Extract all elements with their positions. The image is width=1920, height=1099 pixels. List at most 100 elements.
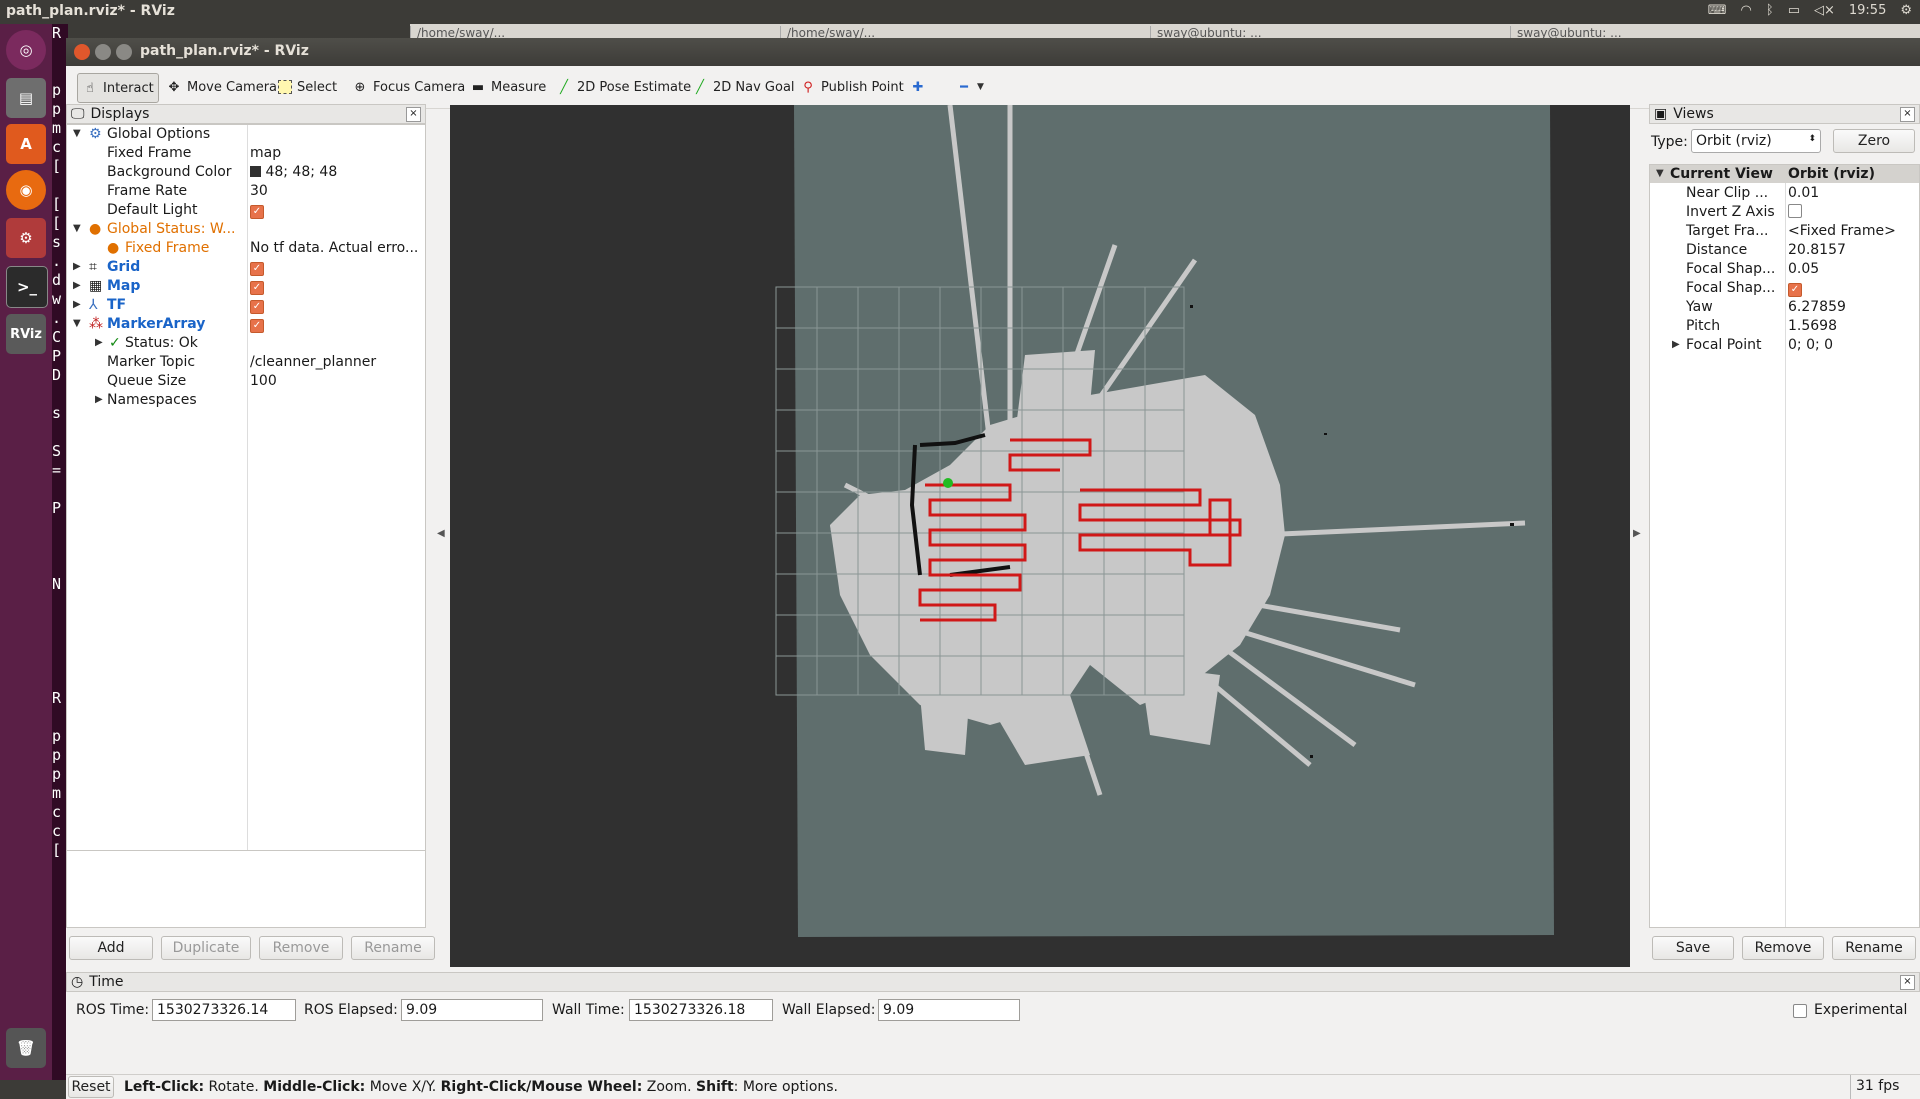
expanded-arrow-icon[interactable]: ▼ <box>73 318 81 329</box>
trash-icon[interactable]: 🗑 <box>6 1028 46 1068</box>
files-icon[interactable]: ▤ <box>6 78 46 118</box>
view-property-row[interactable]: Distance 20.8157 <box>1650 241 1919 260</box>
view-property-value[interactable]: 0.01 <box>1788 185 1819 201</box>
collapsed-arrow-icon[interactable]: ▶ <box>95 337 103 348</box>
close-icon[interactable]: × <box>406 107 421 122</box>
view-property-row[interactable]: Focal Shap... 0.05 <box>1650 260 1919 279</box>
collapsed-arrow-icon[interactable]: ▶ <box>95 394 103 405</box>
nav-goal-tool[interactable]: ╱ 2D Nav Goal <box>688 75 799 99</box>
reset-button[interactable]: Reset <box>68 1076 114 1098</box>
wall-elapsed-field[interactable]: 9.09 <box>878 999 1020 1021</box>
marker-topic-value[interactable]: /cleanner_planner <box>250 354 376 370</box>
minimize-window-button[interactable] <box>95 44 111 60</box>
tree-row-marker-array[interactable]: ▼ ⁂ MarkerArray ✓ <box>67 315 425 334</box>
rename-view-button[interactable]: Rename <box>1832 936 1916 960</box>
view-property-value[interactable]: 0.05 <box>1788 261 1819 277</box>
view-property-value[interactable] <box>1788 204 1802 222</box>
expanded-arrow-icon[interactable]: ▼ <box>73 128 81 139</box>
collapse-right-icon[interactable]: ▶ <box>1633 528 1641 539</box>
view-property-row[interactable]: Invert Z Axis <box>1650 203 1919 222</box>
tree-row-tf[interactable]: ▶ ⅄ TF ✓ <box>67 296 425 315</box>
duplicate-display-button[interactable]: Duplicate <box>161 936 251 960</box>
experimental-checkbox[interactable] <box>1793 1004 1807 1022</box>
view-property-value[interactable]: 1.5698 <box>1788 318 1837 334</box>
gear-icon[interactable]: ⚙ <box>1900 3 1912 18</box>
expanded-arrow-icon[interactable]: ▼ <box>1656 168 1664 179</box>
view-property-value[interactable]: <Fixed Frame> <box>1788 223 1896 239</box>
grid-checkbox[interactable]: ✓ <box>250 259 264 276</box>
collapsed-arrow-icon[interactable]: ▶ <box>1672 339 1680 350</box>
close-icon[interactable]: × <box>1900 975 1915 990</box>
view-property-row[interactable]: Pitch 1.5698 <box>1650 317 1919 336</box>
tree-row-map[interactable]: ▶ ▦ Map ✓ <box>67 277 425 296</box>
save-view-button[interactable]: Save <box>1652 936 1734 960</box>
clock[interactable]: 19:55 <box>1849 3 1886 18</box>
3d-viewport[interactable] <box>450 105 1630 967</box>
rename-display-button[interactable]: Rename <box>351 936 435 960</box>
wifi-icon[interactable]: ◠ <box>1741 3 1752 18</box>
tree-row-namespaces[interactable]: ▶ Namespaces <box>67 391 425 410</box>
volume-icon[interactable]: ◁× <box>1814 3 1835 18</box>
terminal-icon[interactable]: >_ <box>6 266 48 308</box>
fixed-frame-value[interactable]: map <box>250 145 281 161</box>
tree-row-global-options[interactable]: ▼ ⚙ Global Options <box>67 125 425 144</box>
map-checkbox[interactable]: ✓ <box>250 278 264 295</box>
marker-array-checkbox[interactable]: ✓ <box>250 316 264 333</box>
move-camera-tool[interactable]: ✥ Move Camera <box>162 75 281 99</box>
tree-row-status-ok[interactable]: ▶ ✓ Status: Ok <box>67 334 425 353</box>
publish-point-tool[interactable]: ⚲ Publish Point <box>796 75 908 99</box>
collapsed-arrow-icon[interactable]: ▶ <box>73 299 81 310</box>
ubuntu-dash-icon[interactable]: ◎ <box>6 30 46 70</box>
frame-rate-value[interactable]: 30 <box>250 183 268 199</box>
queue-size-value[interactable]: 100 <box>250 373 277 389</box>
default-light-checkbox[interactable]: ✓ <box>250 202 264 219</box>
firefox-icon[interactable]: ◉ <box>6 170 46 210</box>
remove-view-button[interactable]: Remove <box>1742 936 1824 960</box>
wall-time-field[interactable]: 1530273326.18 <box>629 999 773 1021</box>
close-window-button[interactable] <box>74 44 90 60</box>
view-type-select[interactable]: Orbit (rviz) ⬍ <box>1691 129 1821 153</box>
tree-row-background-color[interactable]: Background Color 48; 48; 48 <box>67 163 425 182</box>
system-tray[interactable]: ⌨ ◠ ᛒ ▭ ◁× 19:55 ⚙ <box>1708 3 1912 18</box>
view-property-row[interactable]: ▶ Focal Point 0; 0; 0 <box>1650 336 1919 355</box>
battery-icon[interactable]: ▭ <box>1788 3 1800 18</box>
collapsed-arrow-icon[interactable]: ▶ <box>73 280 81 291</box>
pose-estimate-tool[interactable]: ╱ 2D Pose Estimate <box>552 75 695 99</box>
view-property-value[interactable]: 6.27859 <box>1788 299 1846 315</box>
maximize-window-button[interactable] <box>116 44 132 60</box>
ros-elapsed-field[interactable]: 9.09 <box>401 999 543 1021</box>
software-center-icon[interactable]: A <box>6 124 46 164</box>
tree-row-frame-rate[interactable]: Frame Rate 30 <box>67 182 425 201</box>
add-display-button[interactable]: Add <box>69 936 153 960</box>
settings-icon[interactable]: ⚙ <box>6 218 46 258</box>
select-tool[interactable]: Select <box>274 75 341 99</box>
rviz-icon[interactable]: RViz <box>6 314 46 354</box>
view-property-value[interactable]: 0; 0; 0 <box>1788 337 1833 353</box>
remove-display-button[interactable]: Remove <box>259 936 343 960</box>
zero-button[interactable]: Zero <box>1833 129 1915 153</box>
expanded-arrow-icon[interactable]: ▼ <box>73 223 81 234</box>
interact-tool[interactable]: ☝ Interact <box>77 73 159 103</box>
measure-tool[interactable]: ▬ Measure <box>466 75 550 99</box>
tree-row-global-status[interactable]: ▼ ● Global Status: W... <box>67 220 425 239</box>
focus-camera-tool[interactable]: ⊕ Focus Camera <box>348 75 469 99</box>
close-icon[interactable]: × <box>1900 107 1915 122</box>
view-property-row[interactable]: Yaw 6.27859 <box>1650 298 1919 317</box>
keyboard-icon[interactable]: ⌨ <box>1708 3 1727 18</box>
view-property-row[interactable]: Target Fra... <Fixed Frame> <box>1650 222 1919 241</box>
map-render[interactable] <box>450 105 1630 967</box>
current-view-row[interactable]: ▼ Current View Orbit (rviz) <box>1650 165 1919 183</box>
collapsed-arrow-icon[interactable]: ▶ <box>73 261 81 272</box>
tree-row-fixed-frame[interactable]: Fixed Frame map <box>67 144 425 163</box>
remove-tool-button[interactable]: ━ ▼ <box>952 75 988 99</box>
view-property-row[interactable]: Focal Shap... ✓ <box>1650 279 1919 298</box>
ros-time-field[interactable]: 1530273326.14 <box>152 999 296 1021</box>
tree-row-fixed-frame-warning[interactable]: ● Fixed Frame No tf data. Actual erro... <box>67 239 425 258</box>
collapse-left-icon[interactable]: ◀ <box>437 528 445 539</box>
view-property-value[interactable]: ✓ <box>1788 280 1802 297</box>
background-color-value[interactable]: 48; 48; 48 <box>250 164 337 180</box>
bluetooth-icon[interactable]: ᛒ <box>1766 3 1774 18</box>
tree-row-marker-topic[interactable]: Marker Topic /cleanner_planner <box>67 353 425 372</box>
view-property-row[interactable]: Near Clip ... 0.01 <box>1650 184 1919 203</box>
tree-row-default-light[interactable]: Default Light ✓ <box>67 201 425 220</box>
